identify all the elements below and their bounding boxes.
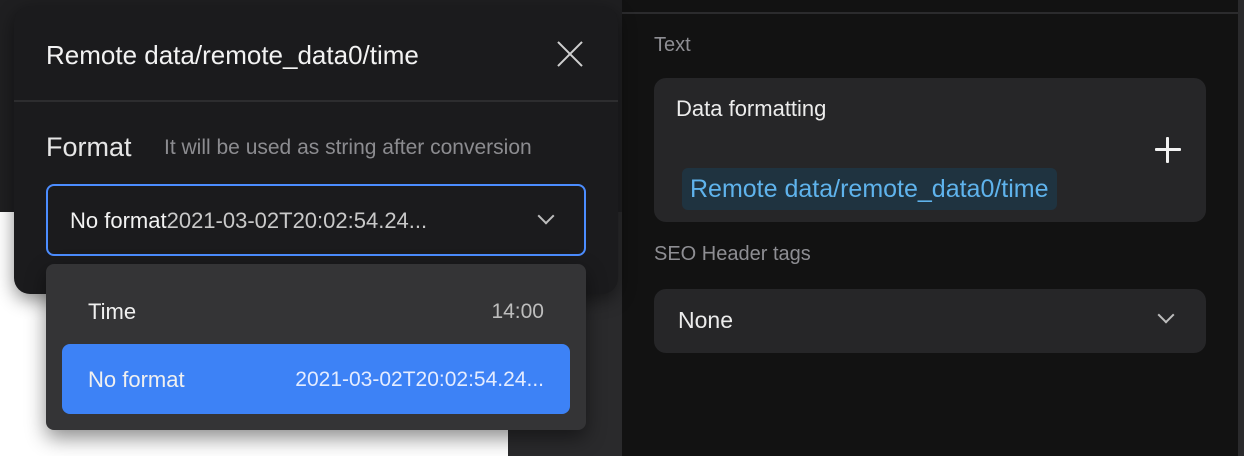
chevron-down-icon (537, 207, 555, 225)
properties-scrollbar-track (1238, 0, 1244, 456)
format-select-sample: 2021-03-02T20:02:54.24... (166, 208, 428, 233)
seo-select-value: None (678, 307, 733, 333)
option-name: Time (88, 299, 137, 324)
properties-divider (622, 12, 1238, 14)
data-formatting-title: Data formatting (676, 96, 827, 121)
format-select-name: No format (70, 208, 167, 233)
seo-header-tags-label: SEO Header tags (654, 243, 811, 265)
option-sample: 14:00 (491, 300, 544, 323)
format-select[interactable]: No format2021-03-02T20:02:54.24... (46, 184, 586, 256)
editor-screen: Text Data formatting Remote data/remote_… (0, 0, 1244, 456)
format-option-no-format[interactable]: No format 2021-03-02T20:02:54.24... (62, 344, 570, 414)
option-sample: 2021-03-02T20:02:54.24... (295, 368, 544, 391)
close-icon[interactable] (556, 40, 584, 68)
seo-header-tags-select[interactable]: None (654, 289, 1206, 353)
format-dialog: Remote data/remote_data0/time Format It … (14, 6, 618, 294)
chevron-down-icon (1157, 306, 1175, 324)
data-formatting-card: Data formatting Remote data/remote_data0… (654, 78, 1206, 222)
format-hint: It will be used as string after conversi… (164, 136, 532, 159)
plus-icon[interactable] (1154, 136, 1182, 164)
format-select-value: No format2021-03-02T20:02:54.24... (70, 208, 470, 234)
dialog-divider (14, 100, 618, 102)
format-options-menu: Time 14:00 No format 2021-03-02T20:02:54… (46, 264, 586, 430)
format-label: Format (46, 132, 132, 162)
properties-panel (622, 0, 1244, 456)
data-binding-token[interactable]: Remote data/remote_data0/time (682, 168, 1057, 210)
option-name: No format (88, 367, 185, 392)
dialog-title: Remote data/remote_data0/time (46, 40, 419, 70)
format-option-time[interactable]: Time 14:00 (62, 276, 570, 346)
text-section-label: Text (654, 34, 691, 56)
